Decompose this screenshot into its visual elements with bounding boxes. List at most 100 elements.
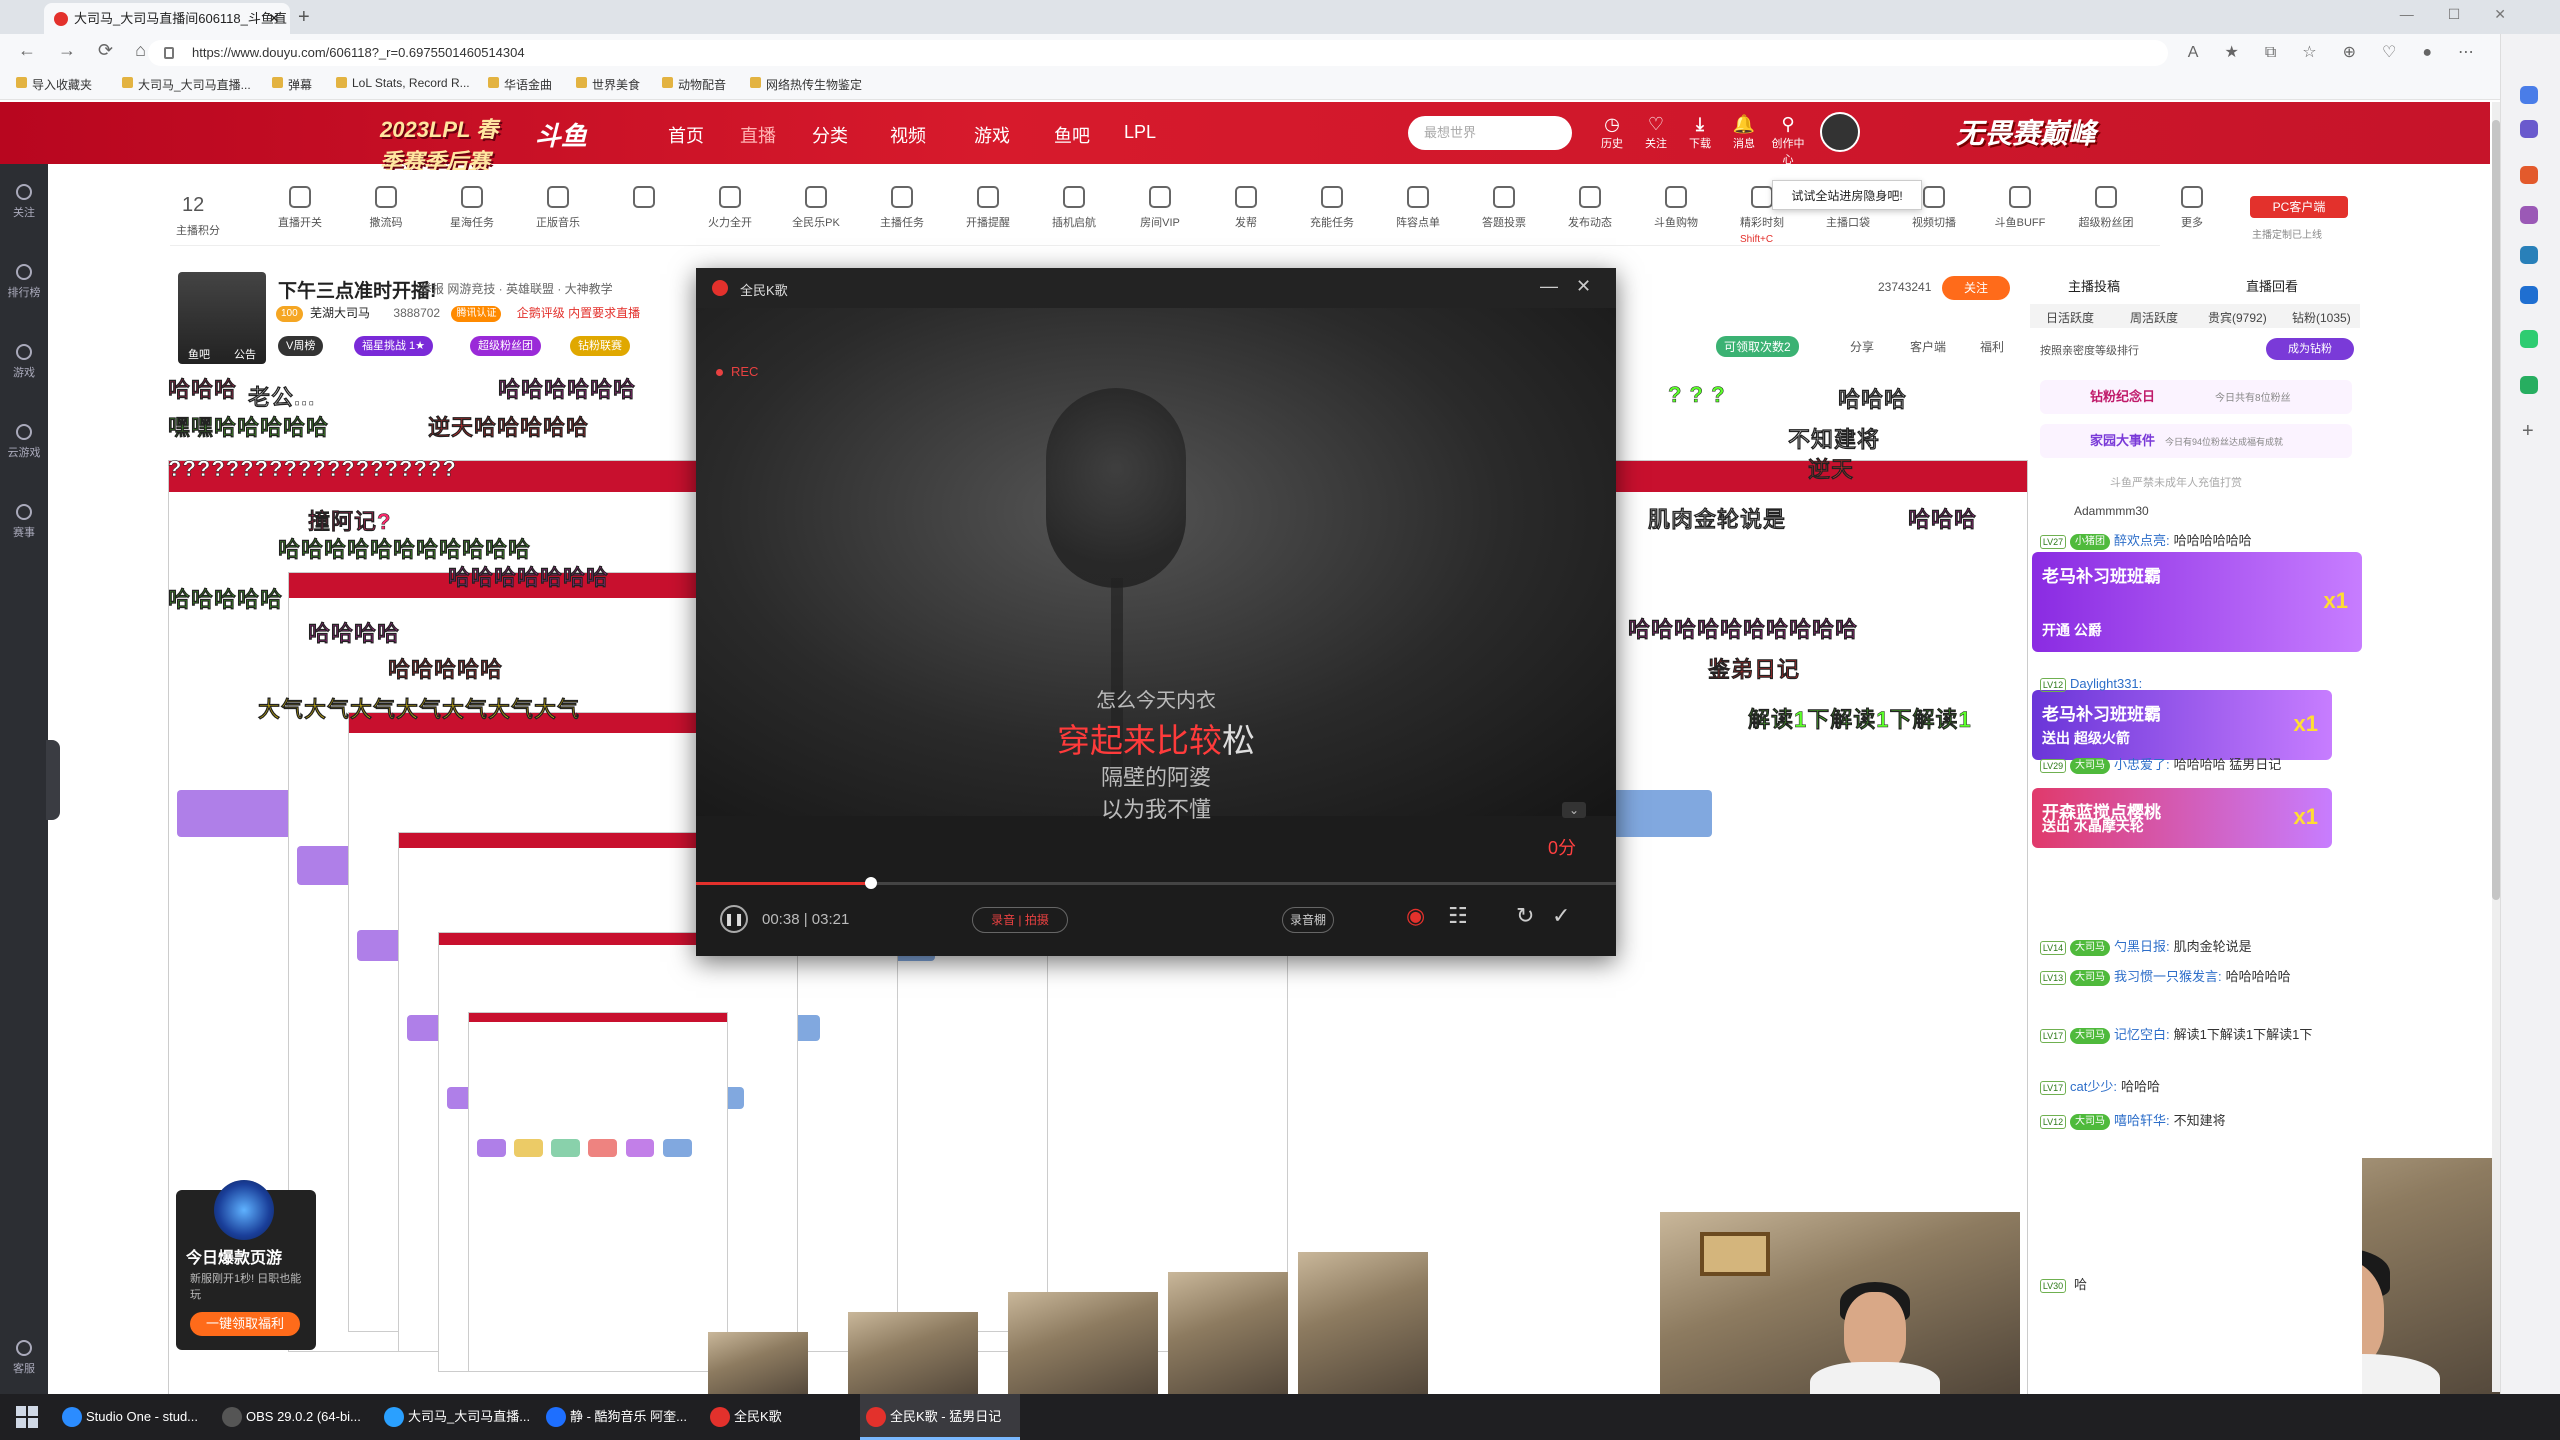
games-icon[interactable] xyxy=(2520,206,2538,224)
diamond-anniversary[interactable]: 钻粉纪念日 今日共有8位粉丝 xyxy=(2040,380,2352,414)
chat-username[interactable]: 记忆空白: xyxy=(2114,1027,2170,1042)
equalizer-icon[interactable]: ☷ xyxy=(1448,903,1468,929)
challenge-badge[interactable]: 福星挑战 1★ xyxy=(354,336,434,356)
taskbar-app[interactable]: 静 - 酷狗音乐 阿奎... xyxy=(540,1394,690,1440)
ksong-window[interactable]: 全民K歌 — ✕ REC 怎么今天内衣 穿起来比较松 隔壁的阿婆 以为我不懂 ⌄… xyxy=(696,268,1616,956)
toolbar-item[interactable]: 开播提醒 xyxy=(958,186,1018,230)
tools-icon[interactable] xyxy=(2520,166,2538,184)
taskbar-app[interactable]: 全民K歌 xyxy=(704,1394,844,1440)
sidebar-rank[interactable]: 排行榜 xyxy=(0,264,48,300)
weekly-rank-badge[interactable]: V周榜 xyxy=(278,336,324,356)
ksong-titlebar[interactable] xyxy=(696,268,1616,308)
sidebar-events[interactable]: 赛事 xyxy=(0,504,48,540)
chat-message[interactable]: LV27 小猪团 醉欢点亮: 哈哈哈哈哈哈 xyxy=(2040,530,2252,550)
nav-games[interactable]: 游戏 xyxy=(974,122,1010,148)
chat-username[interactable]: 小忠爱了: xyxy=(2114,757,2170,772)
outlook-icon[interactable] xyxy=(2520,286,2538,304)
new-tab-icon[interactable]: + xyxy=(298,6,310,29)
bookmark-item[interactable]: 大司马_大司马直播... xyxy=(120,76,251,93)
chat-message[interactable]: LV12 Daylight331: xyxy=(2040,676,2146,692)
bookmark-item[interactable]: LoL Stats, Record R... xyxy=(334,76,470,90)
chat-username[interactable]: 醉欢点亮: xyxy=(2114,533,2170,548)
message-icon[interactable]: 🔔 消息 xyxy=(1724,113,1764,151)
toolbar-item[interactable]: 正版音乐 xyxy=(528,186,588,230)
chat-message[interactable]: LV14 大司马 勺黑日报: 肌肉金轮说是 xyxy=(2040,936,2252,956)
tab-weekly[interactable]: 周活跃度 xyxy=(2130,309,2178,326)
bookmark-item[interactable]: 弹幕 xyxy=(270,76,312,93)
history-icon[interactable]: ◷ 历史 xyxy=(1592,113,1632,151)
chat-message[interactable]: LV17 cat少少: 哈哈哈 xyxy=(2040,1076,2160,1095)
stream-tags[interactable]: 举报 网游竞技 · 英雄联盟 · 大神教学 xyxy=(420,280,613,297)
close-tab-icon[interactable]: ✕ xyxy=(268,3,280,34)
replay-link[interactable]: 直播回看 xyxy=(2246,276,2298,295)
chat-message[interactable]: LV13 大司马 我习惯一只猴发言: 哈哈哈哈哈 xyxy=(2040,966,2291,986)
client-link[interactable]: 客户端 xyxy=(1910,338,1946,355)
follow-button[interactable]: 关注 xyxy=(1942,276,2010,300)
toolbar-item[interactable]: 星海任务 xyxy=(442,186,502,230)
search-input[interactable]: 最想世界 xyxy=(1408,116,1572,150)
download-icon[interactable]: ⤓ 下载 xyxy=(1680,113,1720,151)
lpl-banner[interactable]: 2023LPL 春季赛季后赛 xyxy=(380,112,520,174)
nav-category[interactable]: 分类 xyxy=(812,122,848,148)
toolbar-item[interactable]: 充能任务 xyxy=(1302,186,1362,230)
tree-icon[interactable] xyxy=(2520,376,2538,394)
office-icon[interactable] xyxy=(2520,246,2538,264)
welfare-link[interactable]: 福利 xyxy=(1980,338,2004,355)
pc-client-button[interactable]: PC客户端 xyxy=(2250,196,2348,218)
follow-icon[interactable]: ♡ 关注 xyxy=(1636,113,1676,151)
tab-vip[interactable]: 贵宾(9792) xyxy=(2208,309,2267,326)
chat-message[interactable]: LV17 大司马 记忆空白: 解读1下解读1下解读1下 xyxy=(2040,1024,2312,1044)
bookmark-item[interactable]: 动物配音 xyxy=(660,76,726,93)
sidebar-service[interactable]: 客服 xyxy=(0,1340,48,1376)
streamer-name[interactable]: 芜湖大司马 xyxy=(310,306,370,320)
nav-live[interactable]: 直播 xyxy=(740,122,776,148)
toolbar-item[interactable]: 更多 xyxy=(2162,186,2222,230)
confirm-icon[interactable]: ✓ xyxy=(1552,903,1570,929)
browser-tab[interactable]: 大司马_大司马直播间606118_斗鱼直 ✕ xyxy=(44,3,290,34)
toolbar-item[interactable] xyxy=(614,186,674,214)
notice-link[interactable]: 公告 xyxy=(234,346,256,362)
become-fan-button[interactable]: 成为钻粉 xyxy=(2266,338,2354,360)
ksong-progress[interactable] xyxy=(696,877,1616,889)
creator-center-icon[interactable]: ⚲ 创作中心 xyxy=(1768,113,1808,167)
chat-message[interactable]: LV29 大司马 小忠爱了: 哈哈哈哈 猛男日记 xyxy=(2040,754,2281,774)
super-fans-badge[interactable]: 超级粉丝团 xyxy=(470,336,541,356)
user-avatar[interactable] xyxy=(1820,112,1860,152)
toolbar-item[interactable]: 火力全开 xyxy=(700,186,760,230)
drop-icon[interactable] xyxy=(2520,330,2538,348)
chat-username[interactable]: 我习惯一只猴发言: xyxy=(2114,969,2222,984)
chevron-down-icon[interactable]: ⌄ xyxy=(1562,802,1586,818)
bookmark-item[interactable]: 世界美食 xyxy=(574,76,640,93)
studio-button[interactable]: 录音棚 xyxy=(1282,907,1334,933)
shopping-icon[interactable] xyxy=(2520,120,2538,138)
tab-daily[interactable]: 日活跃度 xyxy=(2046,309,2094,326)
toolbar-item[interactable]: 答题投票 xyxy=(1474,186,1534,230)
browser-toolbar-icons[interactable]: A★⧉☆⊕♡●⋯ xyxy=(2188,42,2500,62)
toolbar-item[interactable]: 撒流码 xyxy=(356,186,416,230)
home-event[interactable]: 家园大事件 今日有94位粉丝达成福有成就 xyxy=(2040,424,2352,458)
toolbar-item[interactable]: 发帮 xyxy=(1216,186,1276,230)
nav-video[interactable]: 视频 xyxy=(890,122,926,148)
chat-username[interactable]: 嘻哈轩华: xyxy=(2114,1113,2170,1128)
toolbar-item[interactable]: 斗鱼BUFF xyxy=(1990,186,2050,230)
chat-message[interactable]: LV30 哈 xyxy=(2040,1274,2087,1293)
fishbar-link[interactable]: 鱼吧 xyxy=(188,346,210,362)
tab-diamond[interactable]: 钻粉(1035) xyxy=(2292,309,2351,326)
toolbar-item[interactable]: 直播开关 xyxy=(270,186,330,230)
toolbar-item[interactable]: 阵容点单 xyxy=(1388,186,1448,230)
ad-claim-button[interactable]: 一键领取福利 xyxy=(190,1312,300,1336)
bookmark-item[interactable]: 导入收藏夹 xyxy=(14,76,92,93)
sidebar-collapse-handle[interactable] xyxy=(46,740,60,820)
sidebar-cloudgame[interactable]: 云游戏 xyxy=(0,424,48,460)
chat-username[interactable]: Daylight331: xyxy=(2070,676,2142,691)
taskbar-app[interactable]: OBS 29.0.2 (64-bi... xyxy=(216,1394,366,1440)
page-scrollbar-thumb[interactable] xyxy=(2492,120,2500,900)
toolbar-item[interactable]: 主播任务 xyxy=(872,186,932,230)
nav-buttons[interactable]: ←→⟳⌂ xyxy=(18,40,168,61)
toolbar-item[interactable]: 房间VIP xyxy=(1130,186,1190,230)
top-user[interactable]: Adammmm30 xyxy=(2074,504,2149,518)
claim-times[interactable]: 可领取次数2 xyxy=(1716,336,1799,357)
ksong-progress-knob[interactable] xyxy=(864,877,877,889)
camera-icon[interactable]: ◉ xyxy=(1406,903,1425,929)
sidebar-games[interactable]: 游戏 xyxy=(0,344,48,380)
